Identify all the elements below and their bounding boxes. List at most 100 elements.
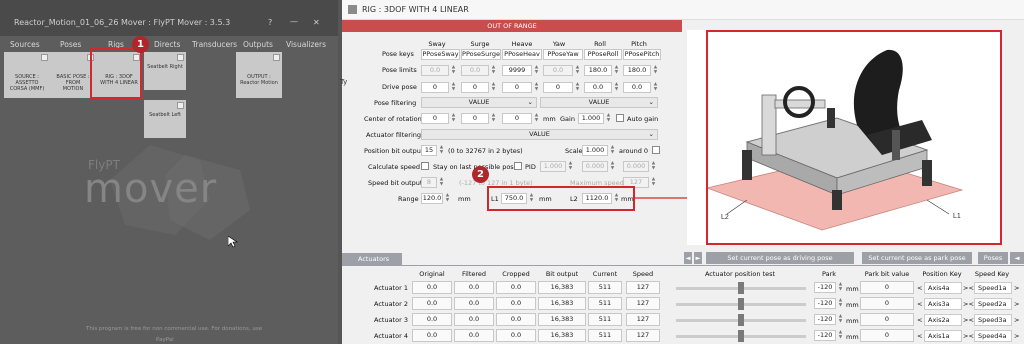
l2-input[interactable]: 1120.0 — [582, 193, 612, 204]
drive-pose-sway[interactable]: 0 — [421, 82, 449, 93]
pid-d-input[interactable]: 0.000 — [623, 161, 649, 172]
directs-tile-2[interactable]: Seatbelt Left — [144, 100, 186, 138]
set-park-pose-button[interactable]: Set current pose as park pose — [862, 252, 972, 264]
source-tile-checkbox[interactable] — [41, 54, 48, 61]
range-input[interactable]: 120.0 — [421, 193, 443, 204]
pid-p-input[interactable]: 1.000 — [540, 161, 566, 172]
nav-right-button[interactable]: ► — [694, 252, 702, 264]
actuator-park-input[interactable]: -120 — [814, 282, 836, 293]
pose-limit-surge-spinner[interactable]: ▲ ▼ — [490, 65, 497, 76]
center-rotation-x-spinner[interactable]: ▲ ▼ — [450, 113, 457, 124]
pid-i-spinner[interactable]: ▲ ▼ — [609, 161, 616, 172]
gain-input[interactable]: 1.000 — [578, 113, 604, 124]
actuator-speed-key[interactable]: Speed2a — [974, 298, 1012, 310]
pid-checkbox[interactable] — [514, 162, 522, 170]
pose-filtering-left-dropdown[interactable]: VALUE ⌄ — [421, 97, 537, 108]
pose-key-pitch[interactable]: PPosePitch — [623, 49, 661, 60]
center-rotation-z[interactable]: 0 — [502, 113, 532, 124]
pose-limit-surge[interactable]: 0.0 — [461, 65, 489, 76]
pose-limit-yaw-spinner[interactable]: ▲ ▼ — [574, 65, 581, 76]
speed-bit-output-spinner[interactable]: ▲ ▼ — [438, 177, 445, 188]
actuator-park-input[interactable]: -120 — [814, 330, 836, 341]
actuator-position-key[interactable]: Axis3a — [924, 298, 962, 310]
chevron-right-icon[interactable]: >< — [963, 332, 974, 340]
pose-limit-sway-spinner[interactable]: ▲ ▼ — [450, 65, 457, 76]
range-spinner[interactable]: ▲ ▼ — [444, 193, 451, 204]
chevron-left-icon[interactable]: < — [917, 300, 922, 308]
chevron-right-icon[interactable]: > — [1014, 332, 1019, 340]
drive-pose-heave[interactable]: 0 — [502, 82, 532, 93]
close-button[interactable]: ✕ — [313, 18, 320, 27]
gain-spinner[interactable]: ▲ ▼ — [605, 113, 612, 124]
actuator-filtering-dropdown[interactable]: VALUE ⌄ — [421, 129, 658, 140]
pose-key-heave[interactable]: PPoseHeav — [502, 49, 542, 60]
pose-key-yaw[interactable]: PPoseYaw — [543, 49, 583, 60]
l1-spinner[interactable]: ▲ ▼ — [528, 193, 535, 204]
center-rotation-y-spinner[interactable]: ▲ ▼ — [490, 113, 497, 124]
chevron-right-icon[interactable]: > — [1014, 300, 1019, 308]
actuator-speed-key[interactable]: Speed1a — [974, 282, 1012, 294]
center-rotation-x[interactable]: 0 — [421, 113, 449, 124]
drive-pose-roll-spinner[interactable]: ▲ ▼ — [613, 82, 620, 93]
chevron-right-icon[interactable]: >< — [963, 284, 974, 292]
output-tile[interactable]: OUTPUT : Reactor Motion — [236, 52, 282, 98]
output-tile-checkbox[interactable] — [273, 54, 280, 61]
set-driving-pose-button[interactable]: Set current pose as driving pose — [706, 252, 854, 264]
minimize-button[interactable]: — — [290, 17, 298, 26]
drive-pose-surge-spinner[interactable]: ▲ ▼ — [490, 82, 497, 93]
scale-spinner[interactable]: ▲ ▼ — [609, 145, 616, 156]
tab-transducers[interactable]: Transducers — [192, 40, 237, 49]
pose-filtering-right-dropdown[interactable]: VALUE ⌄ — [540, 97, 658, 108]
tab-sources[interactable]: Sources — [10, 40, 40, 49]
chevron-right-icon[interactable]: > — [1014, 284, 1019, 292]
pose-limit-heave[interactable]: 9999 — [502, 65, 532, 76]
actuator-park-spinner[interactable]: ▲ ▼ — [837, 282, 844, 293]
poses-button[interactable]: Poses — [978, 252, 1008, 264]
drive-pose-sway-spinner[interactable]: ▲ ▼ — [450, 82, 457, 93]
poses-arrow-button[interactable]: ◄ — [1010, 252, 1024, 264]
chevron-left-icon[interactable]: < — [917, 332, 922, 340]
pose-key-sway[interactable]: PPoseSway — [421, 49, 460, 60]
actuator-speed-key[interactable]: Speed3a — [974, 314, 1012, 326]
tab-visualizers[interactable]: Visualizers — [286, 40, 326, 49]
actuator-park-spinner[interactable]: ▲ ▼ — [837, 330, 844, 341]
actuators-tab[interactable]: Actuators — [342, 253, 402, 265]
pose-key-surge[interactable]: PPoseSurge — [461, 49, 501, 60]
scale-input[interactable]: 1.000 — [582, 145, 608, 156]
directs-tile-checkbox[interactable] — [177, 54, 184, 61]
drive-pose-pitch[interactable]: 0.0 — [623, 82, 651, 93]
l1-input[interactable]: 750.0 — [501, 193, 527, 204]
l2-spinner[interactable]: ▲ ▼ — [613, 193, 620, 204]
center-rotation-z-spinner[interactable]: ▲ ▼ — [533, 113, 540, 124]
maximum-speed-spinner[interactable]: ▲ ▼ — [650, 177, 657, 188]
drive-pose-yaw-spinner[interactable]: ▲ ▼ — [574, 82, 581, 93]
source-tile[interactable]: SOURCE : ASSETTO CORSA (MMF) — [4, 52, 50, 98]
drive-pose-yaw[interactable]: 0 — [543, 82, 573, 93]
actuator-park-spinner[interactable]: ▲ ▼ — [837, 298, 844, 309]
chevron-right-icon[interactable]: >< — [963, 300, 974, 308]
tab-directs[interactable]: Directs — [154, 40, 180, 49]
pid-i-input[interactable]: 0.000 — [582, 161, 608, 172]
drive-pose-heave-spinner[interactable]: ▲ ▼ — [533, 82, 540, 93]
drive-pose-surge[interactable]: 0 — [461, 82, 489, 93]
pose-limit-roll-spinner[interactable]: ▲ ▼ — [613, 65, 620, 76]
auto-gain-checkbox[interactable] — [616, 114, 624, 122]
pose-limit-roll[interactable]: 180.0 — [584, 65, 612, 76]
tab-outputs[interactable]: Outputs — [243, 40, 273, 49]
actuator-test-slider-thumb[interactable] — [738, 330, 744, 342]
directs-tile[interactable]: Seatbelt Right — [144, 52, 186, 90]
actuator-park-input[interactable]: -120 — [814, 298, 836, 309]
pose-limit-yaw[interactable]: 0.0 — [543, 65, 573, 76]
actuator-park-input[interactable]: -120 — [814, 314, 836, 325]
speed-bit-output-input[interactable]: 8 — [421, 177, 437, 188]
pose-limit-sway[interactable]: 0.0 — [421, 65, 449, 76]
chevron-left-icon[interactable]: < — [917, 316, 922, 324]
pose-key-roll[interactable]: PPoseRoll — [584, 49, 622, 60]
chevron-right-icon[interactable]: > — [1014, 316, 1019, 324]
calculate-speed-checkbox[interactable] — [421, 162, 429, 170]
actuator-test-slider-thumb[interactable] — [738, 282, 744, 294]
help-button[interactable]: ? — [268, 18, 272, 27]
actuator-test-slider-thumb[interactable] — [738, 298, 744, 310]
nav-left-button[interactable]: ◄ — [684, 252, 692, 264]
pose-limit-pitch[interactable]: 180.0 — [623, 65, 651, 76]
